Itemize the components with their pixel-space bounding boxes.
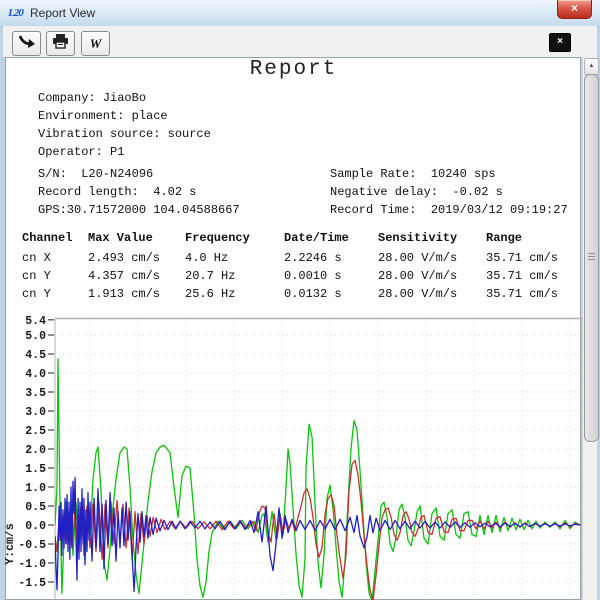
window-title: Report View [30,6,95,20]
y-tick-label: 4.0 [25,368,46,381]
gps-line: GPS:30.71572000 104.04588667 [38,203,240,217]
y-tick-label: 2.0 [25,444,46,457]
y-tick-label: -0.5 [18,539,46,552]
vibration-source-line: Vibration source: source [38,127,211,141]
series-cn-y [55,359,580,600]
y-tick-label: 1.0 [25,482,46,495]
y-tick-label: 3.0 [25,406,46,419]
col-header-max-value: Max Value [88,231,153,245]
report-view-window: L20 Report View × W [0,0,600,600]
scrollbar-thumb[interactable] [584,74,599,442]
operator-line: Operator: P1 [38,145,124,159]
vertical-scrollbar[interactable]: ▲ [582,57,597,600]
y-tick-label: 5.0 [25,330,46,343]
table-row: cn X [22,251,51,265]
col-header-sensitivity: Sensitivity [378,231,457,245]
close-button[interactable]: × [557,0,592,19]
y-tick-label: -1.5 [18,577,46,590]
environment-line: Environment: place [38,109,168,123]
export-word-button[interactable]: W [81,31,110,56]
printer-icon [52,33,69,54]
serial-number-line: S/N: L20-N24096 [38,167,153,181]
col-header-datetime: Date/Time [284,231,349,245]
y-axis-ticks: 5.4 5.0 4.5 4.0 3.5 3.0 2.5 2.0 1.5 1.0 0.5 0.0 -0.5… [18,315,54,590]
y-tick-label: 2.5 [25,425,46,438]
col-header-range: Range [486,231,522,245]
panel-close-button[interactable]: × [549,33,571,52]
report-title: Report [5,58,582,81]
negative-delay-line: Negative delay: -0.02 s [330,185,503,199]
export-arrow-icon [17,33,36,55]
scrollbar-grip-icon [588,253,595,261]
chart-series [55,359,580,600]
waveform-chart: 5.4 5.0 4.5 4.0 3.5 3.0 2.5 2.0 1.5 1.0 0.5 0.0 -0.5… [5,310,582,600]
y-tick-label: 0.0 [25,520,46,533]
word-icon: W [90,36,102,52]
y-tick-label: 0.5 [25,501,46,514]
record-time-line: Record Time: 2019/03/12 09:19:27 [330,203,568,217]
col-header-channel: Channel [22,231,72,245]
y-tick-label: -1.0 [18,558,46,571]
toolbar: W × [3,26,597,58]
table-row: cn Y [22,269,51,283]
y-tick-label: 4.5 [25,349,46,362]
y-tick-label: 1.5 [25,463,46,476]
app-icon: L20 [7,5,24,21]
scrollbar-up-arrow-icon[interactable]: ▲ [584,58,599,75]
table-row: cn Y [22,287,51,301]
title-bar: L20 Report View × [0,0,600,27]
y-axis-label: Y:cm/s [5,523,17,565]
print-button[interactable] [46,31,75,56]
company-line: Company: JiaoBo [38,91,146,105]
sample-rate-line: Sample Rate: 10240 sps [330,167,496,181]
y-tick-label: 3.5 [25,387,46,400]
col-header-frequency: Frequency [185,231,250,245]
y-tick-label: 5.4 [25,315,46,328]
export-button[interactable] [12,31,41,56]
record-length-line: Record length: 4.02 s [38,185,196,199]
